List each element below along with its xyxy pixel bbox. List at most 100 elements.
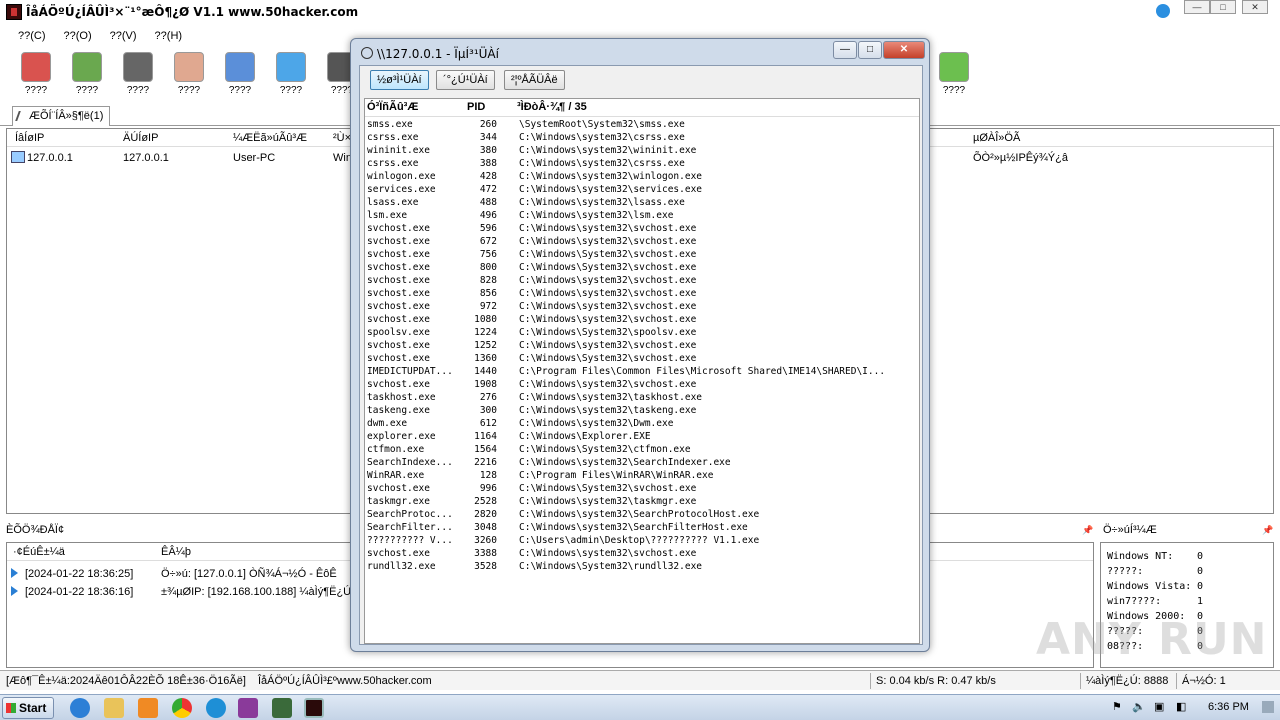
network-icon[interactable]: ▣ [1154,700,1164,713]
menu-item[interactable]: ??(H) [155,30,183,42]
close-button[interactable]: ✕ [1242,0,1268,14]
table-row[interactable]: svchost.exe 800 C:\Windows\System32\svchos… [365,262,919,275]
process-path: C:\Users\admin\Desktop\?????????? V1.1.e… [519,535,760,546]
table-row[interactable]: winlogon.exe 428 C:\Windows\system32\winlo… [365,171,919,184]
menu-item[interactable]: ??(O) [64,30,92,42]
winrar-icon[interactable] [238,698,258,718]
pin-icon[interactable]: 📌 [1262,525,1273,536]
process-pid: 380 [479,145,497,156]
tab-dialup-password[interactable]: ²¦ºÅÃÜÂë [504,70,565,90]
show-desktop-icon[interactable] [1262,701,1274,713]
table-row[interactable]: rundll32.exe 3528 C:\Windows\System32\rund… [365,561,919,574]
table-row[interactable]: SearchProtoc... 2820 C:\Windows\system32\S… [365,509,919,522]
tab-window-manager[interactable]: ´°¿Ú¹ÜÀí [436,70,495,90]
column-header-path[interactable]: ³ÌÐòÂ·¾¶ / 35 [517,101,587,113]
menu-item[interactable]: ??(V) [110,30,137,42]
process-pid: 3528 [474,561,497,572]
table-row[interactable]: dwm.exe 612 C:\Windows\system32\Dwm.exe [365,418,919,431]
media-player-icon[interactable] [138,698,158,718]
column-header-lan-ip[interactable]: ÄÚÍøIP [123,132,158,144]
table-row[interactable]: csrss.exe 344 C:\Windows\system32\csrss.ex… [365,132,919,145]
log-time: [2024-01-22 18:36:16] [25,586,134,598]
table-row[interactable]: csrss.exe 388 C:\Windows\system32\csrss.ex… [365,158,919,171]
log-entry-icon [11,586,18,596]
column-header-time[interactable]: ·¢ÉúÊ±¼ä [13,546,65,558]
column-header-event[interactable]: ÊÂ¼þ [161,546,191,558]
table-row[interactable]: svchost.exe 1360 C:\Windows\System32\svcho… [365,353,919,366]
column-header-pid[interactable]: PID [467,101,485,113]
process-path: C:\Windows\System32\ctfmon.exe [519,444,691,455]
process-pid: 300 [479,405,497,416]
table-row[interactable]: svchost.exe 3388 C:\Windows\system32\svcho… [365,548,919,561]
table-row[interactable]: svchost.exe 856 C:\Windows\system32\svchos… [365,288,919,301]
table-row[interactable]: svchost.exe 828 C:\Windows\system32\svchos… [365,275,919,288]
table-row[interactable]: svchost.exe 756 C:\Windows\System32\svchos… [365,249,919,262]
table-row[interactable]: taskmgr.exe 2528 C:\Windows\system32\taskm… [365,496,919,509]
toolbar-button[interactable]: ???? [118,52,158,96]
table-row[interactable]: services.exe 472 C:\Windows\system32\servi… [365,184,919,197]
pin-icon[interactable]: 📌 [1082,525,1093,536]
table-row[interactable]: svchost.exe 1252 C:\Windows\system32\svcho… [365,340,919,353]
dialog-minimize-button[interactable]: — [833,41,857,59]
toolbar-button[interactable]: ???? [169,52,209,96]
column-header-computer-name[interactable]: ¼ÆËã»úÃû³Æ [233,132,307,144]
volume-icon[interactable]: 🔈 [1132,700,1146,713]
tab-normal-hosts[interactable]: ÆÕÍ¨ÍÂ»§¶ë(1) [12,106,111,126]
table-row[interactable]: wininit.exe 380 C:\Windows\system32\winini… [365,145,919,158]
table-row[interactable]: spoolsv.exe 1224 C:\Windows\System32\spool… [365,327,919,340]
process-name: taskmgr.exe [367,496,430,507]
waveform-icon [225,52,255,82]
column-header-image-name[interactable]: Ó³ÏñÃû³Æ [367,101,418,113]
table-row[interactable]: svchost.exe 1080 C:\Windows\system32\svcho… [365,314,919,327]
dialog-maximize-button[interactable]: □ [858,41,882,59]
toolbar-button[interactable]: ???? [271,52,311,96]
table-row[interactable]: SearchIndexe... 2216 C:\Windows\system32\S… [365,457,919,470]
process-pid: 2820 [474,509,497,520]
table-row[interactable]: ctfmon.exe 1564 C:\Windows\System32\ctfmon… [365,444,919,457]
toolbar-button[interactable]: ???? [16,52,56,96]
process-pid: 856 [479,288,497,299]
folder-icon[interactable] [104,698,124,718]
remote-control-app-icon[interactable] [304,698,324,718]
maximize-button[interactable]: □ [1210,0,1236,14]
table-row[interactable]: svchost.exe 1908 C:\Windows\system32\svcho… [365,379,919,392]
table-row[interactable]: taskeng.exe 300 C:\Windows\system32\tasken… [365,405,919,418]
toolbar-button[interactable]: ???? [934,52,974,96]
stat-value: 0 [1197,566,1204,577]
edge-icon[interactable] [206,698,226,718]
table-row[interactable]: taskhost.exe 276 C:\Windows\system32\taskh… [365,392,919,405]
table-row[interactable]: svchost.exe 672 C:\Windows\system32\svchos… [365,236,919,249]
task-manager-icon[interactable] [272,698,292,718]
table-row[interactable]: SearchFilter... 3048 C:\Windows\system32\S… [365,522,919,535]
table-row[interactable]: svchost.exe 996 C:\Windows\System32\svchos… [365,483,919,496]
column-header-wan-ip[interactable]: ÍâÍøIP [15,132,44,144]
column-header-location[interactable]: µØÀÎ»ÖÃ [973,132,1020,144]
process-name: svchost.exe [367,379,430,390]
process-pid: 996 [479,483,497,494]
tray-icon[interactable]: ◧ [1176,700,1186,713]
ie-icon[interactable] [70,698,90,718]
toolbar-button[interactable]: ???? [220,52,260,96]
table-row[interactable]: IMEDICTUPDAT... 1440 C:\Program Files\Comm… [365,366,919,379]
minimize-button[interactable]: — [1184,0,1210,14]
process-name: WinRAR.exe [367,470,425,481]
table-row[interactable]: smss.exe 260 \SystemRoot\System32\smss.exe [365,119,919,132]
chrome-icon[interactable] [172,698,192,718]
toolbar-button[interactable]: ???? [67,52,107,96]
table-row[interactable]: svchost.exe 972 C:\Windows\system32\svchos… [365,301,919,314]
start-button[interactable]: Start [2,697,54,719]
tab-process-manager[interactable]: ½ø³Ì¹ÜÀí [370,70,429,90]
table-row[interactable]: WinRAR.exe 128 C:\Program Files\WinRAR\Win… [365,470,919,483]
table-row[interactable]: svchost.exe 596 C:\Windows\system32\svchos… [365,223,919,236]
process-pid: 472 [479,184,497,195]
dialog-close-button[interactable]: ✕ [883,41,925,59]
terminal-icon [123,52,153,82]
status-bar: [Æô¶¯Ê±¼ä:2024Äê01ÔÂ22ÈÕ 18Ê±36·Ö16Ãë] Î… [0,670,1280,690]
table-row[interactable]: lsass.exe 488 C:\Windows\system32\lsass.ex… [365,197,919,210]
menu-item[interactable]: ??(C) [18,30,46,42]
flag-icon[interactable]: ⚑ [1112,700,1122,713]
table-row[interactable]: lsm.exe 496 C:\Windows\system32\lsm.exe [365,210,919,223]
table-row[interactable]: explorer.exe 1164 C:\Windows\Explorer.EXE [365,431,919,444]
table-row[interactable]: ?????????? V... 3260 C:\Users\admin\Deskto… [365,535,919,548]
toolbar-button-label: ???? [75,85,99,96]
